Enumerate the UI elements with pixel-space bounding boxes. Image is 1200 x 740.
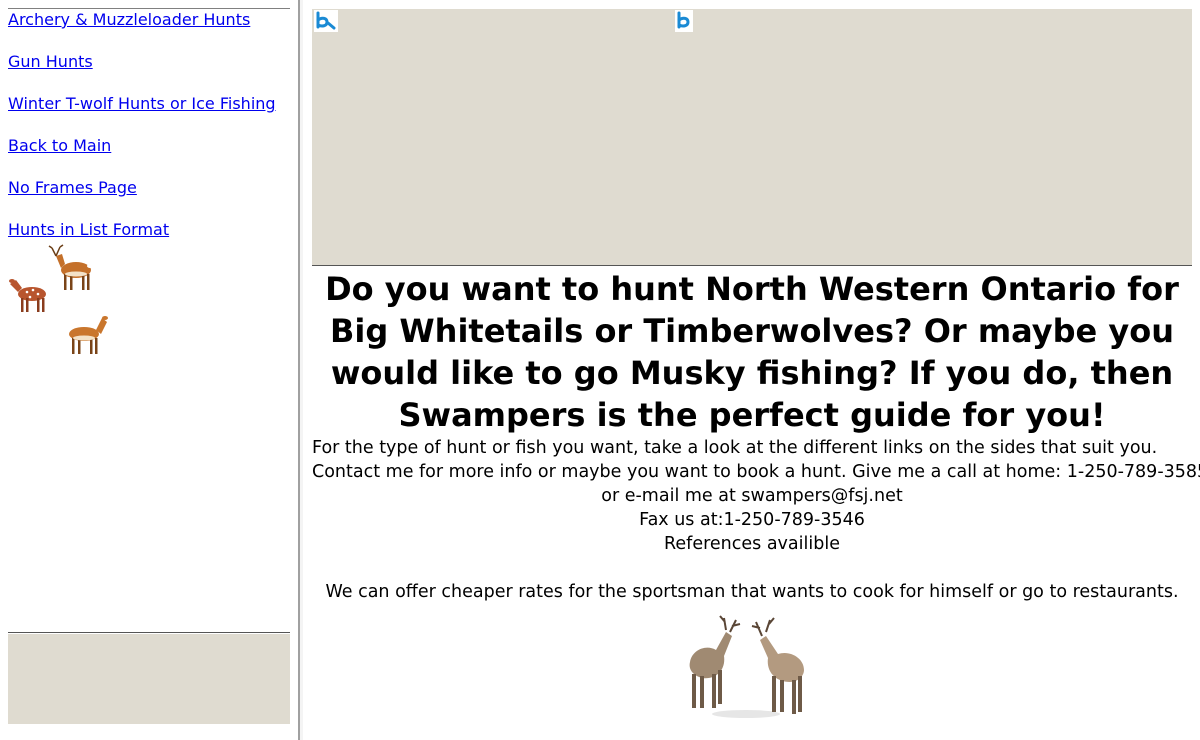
left-frame: Archery & Muzzleloader Hunts Gun Hunts W…	[0, 0, 298, 740]
top-divider	[8, 8, 290, 9]
email-text: or e-mail me at swampers@fsj.net	[601, 486, 903, 506]
left-bottom-panel	[8, 634, 290, 724]
nav-link-no-frames[interactable]: No Frames Page	[8, 178, 137, 198]
intro-text: For the type of hunt or fish you want, t…	[312, 438, 1158, 458]
deer-group-icon	[9, 244, 108, 354]
nav-link-hunts-list[interactable]: Hunts in List Format	[8, 220, 169, 240]
fax-text: Fax us at:1-250-789-3546	[639, 510, 865, 530]
right-frame: Do you want to hunt North Western Ontari…	[304, 0, 1200, 740]
nav-link-winter-twolf[interactable]: Winter T-wolf Hunts or Ice Fishing	[8, 94, 276, 114]
page-heading: Do you want to hunt North Western Ontari…	[325, 270, 1179, 434]
buck-icon	[48, 244, 93, 290]
broken-image-icon	[675, 10, 693, 32]
contact-text: Contact me for more info or maybe you wa…	[312, 462, 1200, 482]
banner-area	[312, 9, 1192, 266]
fawn-icon	[9, 279, 46, 312]
references-text: References availible	[664, 534, 840, 554]
nav-link-archery-muzzleloader[interactable]: Archery & Muzzleloader Hunts	[8, 10, 250, 30]
fighting-bucks-icon	[689, 615, 804, 718]
broken-image-icon	[314, 10, 338, 32]
rates-text: We can offer cheaper rates for the sport…	[325, 582, 1179, 602]
nav-link-gun-hunts[interactable]: Gun Hunts	[8, 52, 93, 72]
nav-link-back-to-main[interactable]: Back to Main	[8, 136, 111, 156]
doe-icon	[69, 316, 108, 354]
bottom-divider	[8, 632, 290, 633]
